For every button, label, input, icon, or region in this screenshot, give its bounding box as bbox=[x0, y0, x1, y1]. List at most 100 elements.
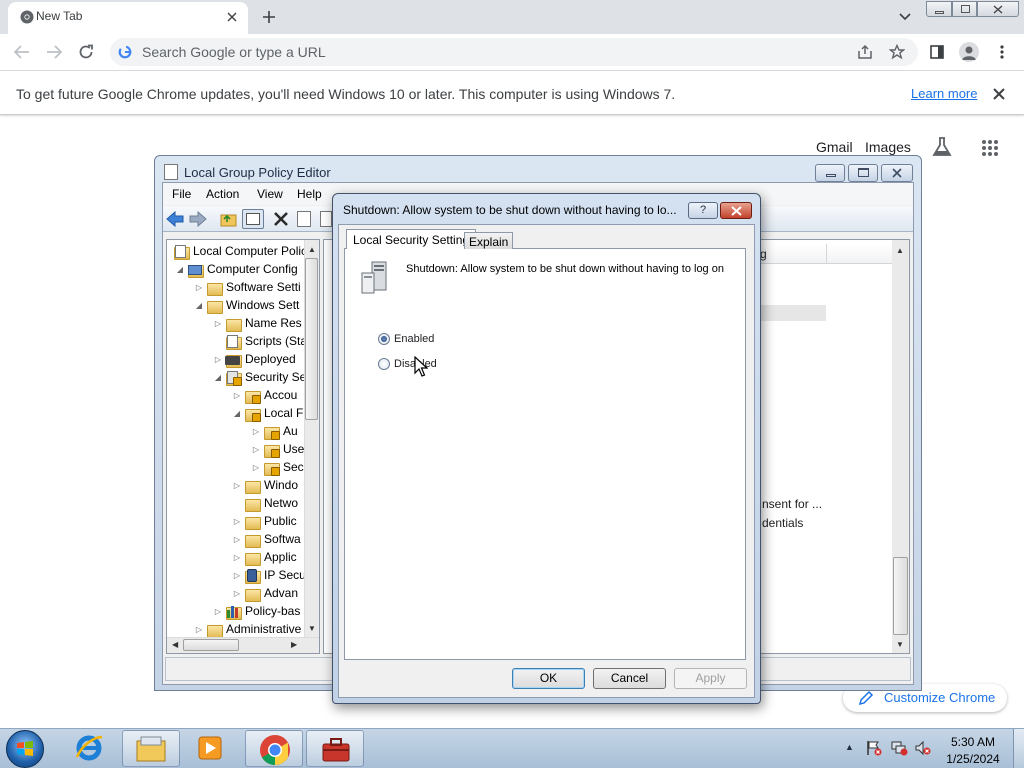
show-hidden-icons-chevron-icon[interactable]: ▲ bbox=[845, 742, 854, 752]
gpedit-app-icon bbox=[164, 164, 178, 180]
details-row-text: nsent for ... bbox=[762, 497, 823, 511]
export-list-icon[interactable] bbox=[320, 211, 332, 227]
show-desktop-button[interactable] bbox=[1013, 729, 1024, 768]
properties-icon[interactable] bbox=[297, 211, 311, 227]
gpedit-minimize-button[interactable] bbox=[815, 164, 845, 182]
chrome-tab-icon bbox=[20, 10, 34, 24]
up-folder-icon[interactable] bbox=[220, 211, 238, 227]
tab-local-security-setting[interactable]: Local Security Setting bbox=[346, 229, 477, 249]
ok-button[interactable]: OK bbox=[512, 668, 585, 689]
tree-item[interactable]: ▷ Name Res bbox=[213, 314, 302, 332]
tab-explain[interactable]: Explain bbox=[464, 232, 514, 249]
scroll-up-arrow-icon[interactable]: ▲ bbox=[896, 246, 904, 255]
cancel-button[interactable]: Cancel bbox=[593, 668, 666, 689]
labs-flask-icon[interactable] bbox=[931, 136, 953, 158]
tree-item[interactable]: Netwo bbox=[232, 494, 298, 512]
tree-item[interactable]: ▷ Windo bbox=[232, 476, 298, 494]
start-orb-icon[interactable] bbox=[6, 730, 44, 768]
server-policy-icon bbox=[360, 261, 390, 295]
gpedit-close-button[interactable] bbox=[881, 164, 913, 182]
menu-action[interactable]: Action bbox=[206, 187, 239, 201]
tree-item[interactable]: ▷ Softwa bbox=[232, 530, 301, 548]
tree-item[interactable]: ◢ Computer Config bbox=[175, 260, 298, 278]
taskbar-clock[interactable]: 5:30 AM 1/25/2024 bbox=[940, 734, 1006, 768]
tab-close-icon[interactable] bbox=[224, 9, 240, 25]
scroll-down-arrow-icon[interactable]: ▼ bbox=[308, 624, 316, 633]
forward-arrow-icon[interactable] bbox=[44, 43, 64, 61]
delete-x-icon[interactable] bbox=[273, 211, 289, 227]
action-center-flag-icon[interactable] bbox=[866, 740, 882, 756]
tab-panel bbox=[344, 248, 746, 660]
enabled-radio-dot[interactable] bbox=[378, 333, 390, 345]
gmail-link[interactable]: Gmail bbox=[816, 139, 853, 155]
tree-item[interactable]: ▷ Au bbox=[251, 422, 298, 440]
enabled-radio[interactable]: Enabled bbox=[378, 333, 434, 345]
tree-item[interactable]: ▷ Sec bbox=[251, 458, 304, 476]
new-tab-plus-icon[interactable] bbox=[260, 8, 278, 26]
scroll-right-arrow-icon[interactable]: ▶ bbox=[291, 640, 297, 649]
tree-item[interactable]: Scripts (Sta bbox=[213, 332, 307, 350]
restore-window-button[interactable] bbox=[952, 1, 977, 17]
tree-item[interactable]: ▷ Policy-bas bbox=[213, 602, 300, 620]
tree-item[interactable]: ▷ Applic bbox=[232, 548, 297, 566]
profile-avatar-icon[interactable] bbox=[959, 42, 979, 62]
console-tree: Local Computer Polic ◢ Computer Config ▷ S… bbox=[166, 239, 320, 654]
dialog-title: Shutdown: Allow system to be shut down w… bbox=[343, 203, 677, 217]
policy-name: Shutdown: Allow system to be shut down w… bbox=[406, 263, 724, 275]
disabled-radio-dot[interactable] bbox=[378, 358, 390, 370]
dialog-help-button[interactable]: ? bbox=[688, 202, 718, 219]
chrome-menu-icon[interactable] bbox=[994, 44, 1010, 60]
tree-item[interactable]: ▷ IP Secu bbox=[232, 566, 306, 584]
tree-scroll-thumb[interactable] bbox=[305, 258, 318, 420]
taskbar-gpedit-icon[interactable] bbox=[306, 730, 364, 767]
network-icon[interactable] bbox=[890, 740, 908, 756]
tree-item[interactable]: ◢ Security Se bbox=[213, 368, 306, 386]
tree-item[interactable]: ▷ Public bbox=[232, 512, 297, 530]
tree-item[interactable]: ▷ Use bbox=[251, 440, 304, 458]
google-apps-icon[interactable] bbox=[981, 139, 999, 157]
show-hide-tree-icon[interactable] bbox=[242, 209, 264, 229]
details-scroll-thumb[interactable] bbox=[893, 557, 908, 635]
minimize-window-button[interactable] bbox=[926, 1, 952, 17]
back-arrow-icon[interactable] bbox=[12, 43, 32, 61]
tab-search-chevron-icon[interactable] bbox=[896, 10, 914, 24]
close-window-button[interactable] bbox=[977, 1, 1019, 17]
scroll-down-arrow-icon[interactable]: ▼ bbox=[896, 640, 904, 649]
forward-toolbar-icon[interactable] bbox=[189, 211, 207, 227]
tree-item[interactable]: ◢ Windows Sett bbox=[194, 296, 299, 314]
tree-item[interactable]: ▷ Software Setti bbox=[194, 278, 301, 296]
dialog-close-button[interactable] bbox=[720, 202, 752, 219]
tree-item[interactable]: ▷ Administrative bbox=[194, 620, 301, 638]
tree-item[interactable]: ◢ Local F bbox=[232, 404, 303, 422]
apply-button[interactable]: Apply bbox=[674, 668, 747, 689]
details-row-text: dentials bbox=[762, 516, 804, 530]
volume-muted-icon[interactable] bbox=[914, 740, 932, 756]
menu-help[interactable]: Help bbox=[297, 187, 322, 201]
taskbar-explorer-icon[interactable] bbox=[122, 730, 180, 767]
scroll-left-arrow-icon[interactable]: ◀ bbox=[172, 640, 178, 649]
gpedit-maximize-button[interactable] bbox=[848, 164, 878, 182]
back-toolbar-icon[interactable] bbox=[166, 211, 184, 227]
menu-view[interactable]: View bbox=[257, 187, 283, 201]
tree-item[interactable]: ▷ Accou bbox=[232, 386, 297, 404]
infobar-message: To get future Google Chrome updates, you… bbox=[16, 86, 676, 102]
infobar-close-icon[interactable] bbox=[990, 85, 1008, 103]
menu-file[interactable]: File bbox=[172, 187, 191, 201]
taskbar-chrome-icon[interactable] bbox=[245, 730, 303, 767]
taskbar-media-player-icon[interactable] bbox=[182, 730, 240, 767]
bookmark-star-icon[interactable] bbox=[888, 43, 906, 61]
tree-item[interactable]: Local Computer Polic bbox=[171, 242, 307, 260]
google-g-icon bbox=[118, 45, 132, 59]
taskbar-ie-icon[interactable] bbox=[62, 730, 120, 767]
share-icon[interactable] bbox=[856, 44, 874, 60]
learn-more-link[interactable]: Learn more bbox=[911, 86, 977, 101]
pencil-icon bbox=[858, 690, 874, 706]
scroll-up-arrow-icon[interactable]: ▲ bbox=[308, 245, 316, 254]
images-link[interactable]: Images bbox=[865, 139, 911, 155]
tree-hscroll-thumb[interactable] bbox=[183, 639, 239, 651]
tree-item[interactable]: ▷ Advan bbox=[232, 584, 298, 602]
tree-item[interactable]: ▷ Deployed bbox=[213, 350, 296, 368]
reload-icon[interactable] bbox=[76, 43, 96, 61]
side-panel-icon[interactable] bbox=[928, 44, 946, 60]
customize-chrome-label: Customize Chrome bbox=[884, 690, 996, 705]
